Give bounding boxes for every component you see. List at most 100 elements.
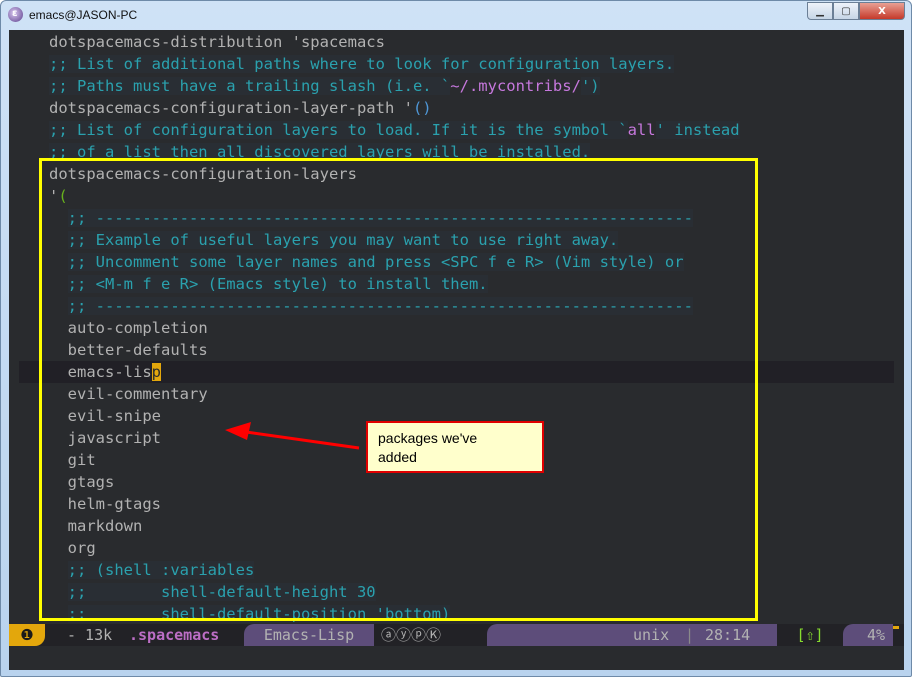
comment-text: ;; List of configuration layers to load.… [49, 121, 628, 139]
code-token: javascript [67, 429, 161, 447]
code-line[interactable]: ;; List of additional paths where to loo… [49, 53, 675, 75]
close-button[interactable]: X [859, 2, 905, 20]
callout-line-2: added [378, 449, 417, 465]
separator: | [685, 626, 695, 644]
code-token: gtags [67, 473, 115, 491]
emacs-app-icon: ε [8, 7, 23, 22]
code-token: emacs-lis [67, 363, 152, 381]
code-line[interactable]: ;; -------------------------------------… [49, 295, 693, 317]
code-line[interactable]: dotspacemacs-distribution 'spacemacs [49, 31, 385, 53]
code-token: evil-commentary [67, 385, 208, 403]
comment-text: ;; shell-default-height 30 [67, 583, 376, 601]
evil-state: [⇧] [777, 624, 843, 646]
editor-buffer[interactable]: dotspacemacs-distribution 'spacemacs ;; L… [9, 30, 904, 624]
code-token: dotspacemacs-configuration-layers [49, 165, 357, 183]
minimize-button[interactable]: ▁ [807, 2, 833, 20]
code-line[interactable]: auto-completion [49, 317, 208, 339]
comment-text: ;; (shell :variables [67, 561, 255, 579]
comment-text: ;; shell-default-position 'bottom) [67, 605, 451, 623]
code-line[interactable]: ;; shell-default-height 30 [49, 581, 376, 603]
mode-line: ❶ - 13k .spacemacs Emacs-Lisp ⓐⓨⓟⓀ unix … [9, 624, 904, 646]
comment-text: ;; <M-m f e R> (Emacs style) to install … [67, 275, 488, 293]
code-line[interactable]: evil-commentary [49, 383, 208, 405]
code-line[interactable]: helm-gtags [49, 493, 161, 515]
comment-text: ;; Example of useful layers you may want… [67, 231, 619, 249]
callout-line-1: packages we've [378, 430, 478, 446]
code-line[interactable]: gtags [49, 471, 115, 493]
comment-text: ;; Uncomment some layer names and press … [67, 253, 684, 271]
code-token: ' [49, 187, 59, 205]
code-line[interactable]: ;; List of configuration layers to load.… [49, 119, 740, 141]
title-bar[interactable]: ε emacs@JASON-PC ▁ ▢ X [1, 1, 911, 29]
code-line[interactable]: ;; Example of useful layers you may want… [49, 229, 619, 251]
comment-text: ;; List of additional paths where to loo… [49, 55, 675, 73]
code-token: evil-snipe [67, 407, 161, 425]
code-line[interactable]: '( [49, 185, 68, 207]
comment-text: ;; -------------------------------------… [67, 297, 693, 315]
code-token: better-defaults [67, 341, 208, 359]
code-line[interactable]: emacs-lisp [49, 361, 162, 383]
minor-modes[interactable]: ⓐⓨⓟⓀ [381, 624, 441, 646]
echo-area[interactable] [9, 647, 904, 670]
maximize-button[interactable]: ▢ [833, 2, 859, 20]
code-token: org [67, 539, 96, 557]
code-line[interactable]: ;; Uncomment some layer names and press … [49, 251, 684, 273]
code-line[interactable]: javascript [49, 427, 161, 449]
comment-text: ;; -------------------------------------… [67, 209, 693, 227]
code-line[interactable]: ;; shell-default-position 'bottom) [49, 603, 451, 625]
code-token: markdown [67, 517, 143, 535]
comment-text: ') [580, 77, 600, 95]
code-line[interactable]: better-defaults [49, 339, 208, 361]
code-line[interactable]: dotspacemacs-configuration-layer-path '(… [49, 97, 432, 119]
annotation-callout: packages we've added [366, 421, 544, 473]
comment-text: ' instead [655, 121, 740, 139]
code-line[interactable]: markdown [49, 515, 143, 537]
code-line[interactable]: evil-snipe [49, 405, 161, 427]
buffer-size: - 13k [67, 626, 113, 644]
emacs-frame: dotspacemacs-distribution 'spacemacs ;; L… [9, 30, 904, 670]
major-mode[interactable]: Emacs-Lisp [244, 624, 374, 646]
code-token: dotspacemacs-distribution 'spacemacs [49, 33, 385, 51]
cursor-position: 28:14 [705, 626, 751, 644]
comment-text: ;; of a list then all discovered layers … [49, 143, 591, 161]
code-line[interactable]: ;; (shell :variables [49, 559, 255, 581]
code-line[interactable]: ;; Paths must have a trailing slash (i.e… [49, 75, 600, 97]
code-token: auto-completion [67, 319, 208, 337]
code-token: ~/.mycontribs/ [450, 77, 581, 95]
code-line[interactable]: ;; -------------------------------------… [49, 207, 693, 229]
encoding: unix [633, 626, 670, 644]
code-line[interactable]: ;; of a list then all discovered layers … [49, 141, 591, 163]
scroll-indicator [893, 624, 899, 646]
code-line[interactable]: ;; <M-m f e R> (Emacs style) to install … [49, 273, 488, 295]
code-line[interactable]: org [49, 537, 96, 559]
scroll-percent: 4% [843, 624, 893, 646]
window-title: emacs@JASON-PC [29, 8, 138, 22]
window-number-badge: ❶ [9, 624, 45, 646]
code-token: git [67, 451, 96, 469]
buffer-name[interactable]: .spacemacs [129, 624, 219, 646]
window-controls: ▁ ▢ X [807, 2, 905, 20]
code-line[interactable]: git [49, 449, 96, 471]
code-token: () [412, 99, 432, 117]
code-line[interactable]: dotspacemacs-configuration-layers [49, 163, 357, 185]
emacs-window: ε emacs@JASON-PC ▁ ▢ X dotspacemacs-dist… [0, 0, 912, 677]
